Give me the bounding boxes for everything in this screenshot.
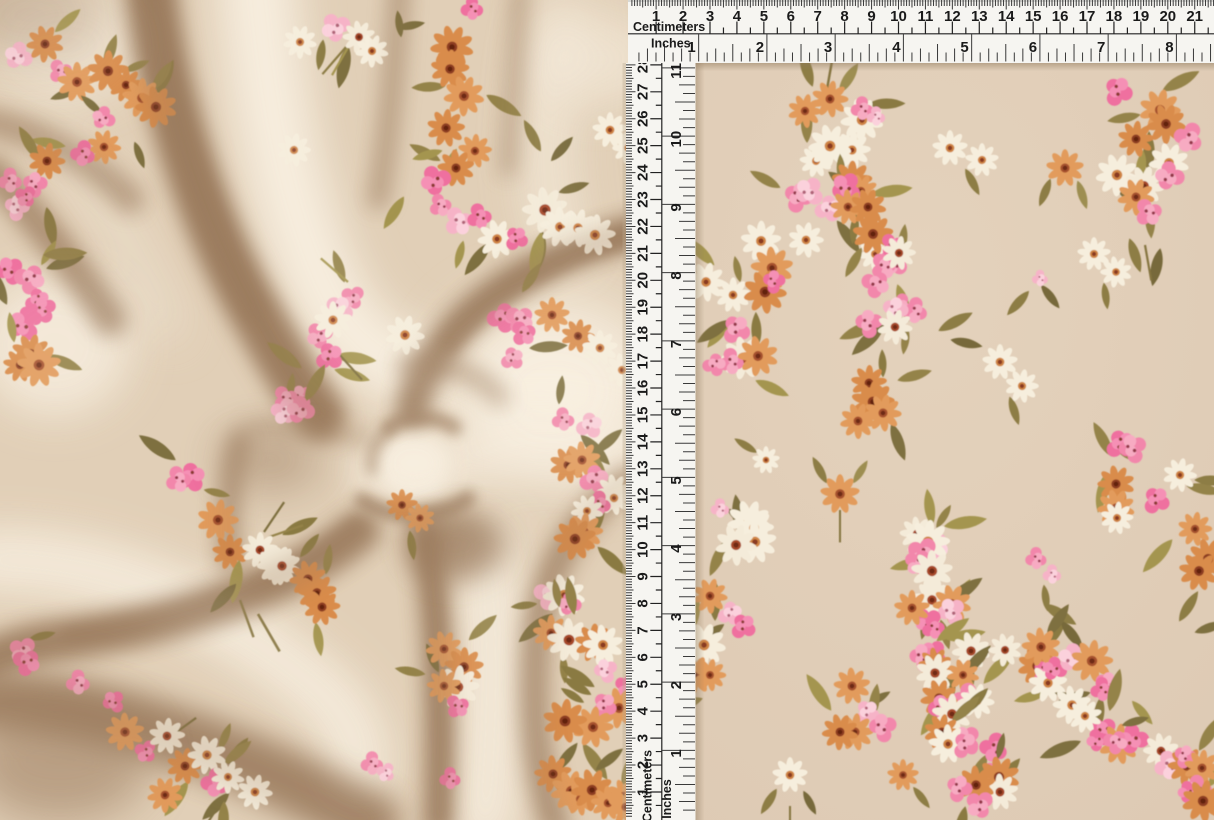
svg-text:6: 6 (1029, 39, 1037, 56)
svg-text:3: 3 (706, 8, 714, 25)
svg-text:21: 21 (635, 245, 652, 262)
svg-text:10: 10 (635, 541, 652, 558)
svg-text:9: 9 (635, 572, 652, 580)
svg-text:8: 8 (635, 599, 652, 607)
svg-text:16: 16 (1052, 8, 1069, 25)
svg-text:18: 18 (635, 326, 652, 343)
svg-text:25: 25 (635, 137, 652, 154)
svg-text:9: 9 (668, 203, 685, 211)
svg-text:6: 6 (787, 8, 795, 25)
svg-text:23: 23 (635, 191, 652, 208)
svg-text:20: 20 (1159, 8, 1176, 25)
svg-text:Inches: Inches (660, 779, 674, 819)
svg-text:7: 7 (1097, 39, 1105, 56)
svg-text:8: 8 (840, 8, 848, 25)
svg-text:24: 24 (635, 164, 652, 181)
svg-text:4: 4 (892, 39, 901, 56)
svg-text:Inches: Inches (651, 37, 691, 51)
svg-text:Centimeters: Centimeters (641, 750, 655, 820)
svg-text:8: 8 (668, 271, 685, 279)
svg-text:12: 12 (944, 8, 961, 25)
svg-text:18: 18 (1106, 8, 1123, 25)
svg-text:10: 10 (890, 8, 907, 25)
svg-text:2: 2 (756, 39, 764, 56)
svg-text:15: 15 (1025, 8, 1042, 25)
svg-text:6: 6 (635, 653, 652, 661)
svg-text:19: 19 (1133, 8, 1150, 25)
svg-text:11: 11 (635, 515, 652, 531)
svg-text:9: 9 (867, 8, 875, 25)
svg-text:20: 20 (635, 272, 652, 289)
svg-text:4: 4 (635, 706, 652, 715)
svg-text:6: 6 (668, 408, 685, 416)
svg-text:7: 7 (668, 340, 685, 348)
svg-text:3: 3 (635, 734, 652, 742)
svg-text:4: 4 (733, 8, 742, 25)
svg-text:14: 14 (998, 8, 1015, 25)
svg-text:3: 3 (824, 39, 832, 56)
svg-text:19: 19 (635, 299, 652, 316)
svg-text:8: 8 (1165, 39, 1173, 56)
svg-text:7: 7 (635, 626, 652, 634)
svg-text:11: 11 (917, 8, 933, 25)
svg-text:3: 3 (668, 613, 685, 621)
svg-text:5: 5 (760, 8, 768, 25)
svg-text:27: 27 (635, 83, 652, 100)
svg-text:5: 5 (668, 476, 685, 484)
svg-text:15: 15 (635, 407, 652, 424)
svg-text:Centimeters: Centimeters (633, 20, 705, 34)
svg-text:13: 13 (635, 460, 652, 477)
svg-text:13: 13 (971, 8, 988, 25)
svg-text:17: 17 (635, 353, 652, 370)
svg-text:14: 14 (635, 433, 652, 450)
svg-text:26: 26 (635, 110, 652, 127)
svg-text:16: 16 (635, 380, 652, 397)
svg-text:2: 2 (668, 681, 685, 689)
svg-text:1: 1 (668, 749, 685, 757)
svg-text:11: 11 (668, 63, 685, 79)
svg-text:10: 10 (668, 131, 685, 148)
svg-text:5: 5 (960, 39, 968, 56)
svg-text:5: 5 (635, 680, 652, 688)
svg-text:4: 4 (668, 544, 685, 553)
svg-text:7: 7 (814, 8, 822, 25)
svg-text:12: 12 (635, 487, 652, 504)
svg-text:21: 21 (1186, 8, 1203, 25)
svg-text:17: 17 (1079, 8, 1096, 25)
svg-text:22: 22 (635, 218, 652, 235)
